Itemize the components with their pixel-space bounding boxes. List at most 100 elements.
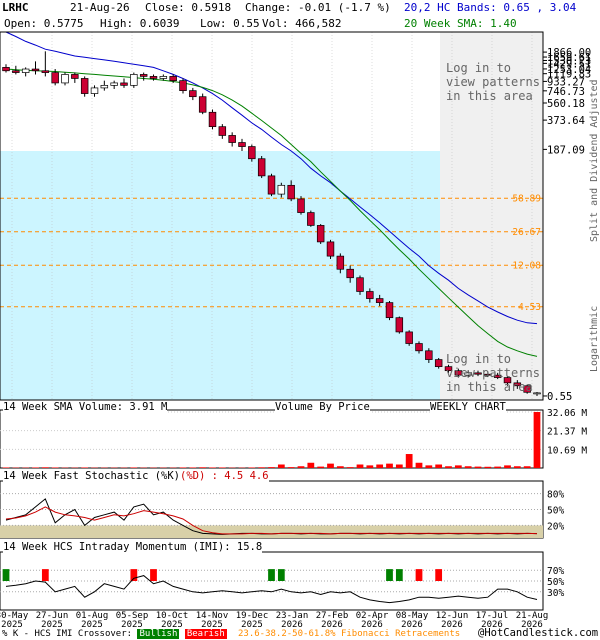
bearish-marker	[415, 569, 423, 581]
candle	[159, 76, 168, 79]
volume-bar	[258, 467, 266, 468]
volume-bar	[189, 467, 197, 468]
stochastic-title-k: 14 Week Fast Stochastic (%K)	[3, 470, 181, 482]
imi-tick-label: 50%	[547, 577, 564, 588]
candle	[2, 67, 10, 72]
login-overlay-bottom-2[interactable]: view patterns	[446, 367, 540, 379]
candle	[356, 277, 364, 292]
volume-by-price-label: Volume By Price	[275, 401, 370, 413]
volume-bar	[297, 466, 305, 468]
volume-bar	[287, 467, 295, 468]
candle	[100, 84, 109, 89]
price-tick-label: 187.09	[547, 144, 585, 156]
volume-bar	[395, 464, 403, 468]
volume-tick-label: 21.37 M	[547, 427, 587, 438]
stoch-tick-label: 20%	[547, 521, 564, 532]
volume-bar	[248, 467, 256, 468]
candle	[405, 331, 413, 344]
volume-bar	[317, 466, 325, 468]
login-overlay-top-1[interactable]: Log in to	[446, 62, 511, 74]
candle	[120, 82, 128, 86]
volume-bar	[513, 466, 521, 468]
volume-bar	[386, 463, 393, 468]
volume-bar	[405, 454, 413, 468]
volume-bar	[494, 466, 502, 468]
imi-panel-title: 14 Week HCS Intraday Momentum (IMI): 15.…	[3, 541, 263, 553]
volume-bar	[425, 465, 433, 468]
logarithmic-label: Logarithmic	[589, 305, 600, 372]
candle	[198, 96, 207, 113]
candle	[179, 80, 187, 91]
stochastic-panel-title: 14 Week Fast Stochastic (%K)(%D) : 4.5 4…	[3, 470, 269, 482]
volume-bar	[346, 467, 354, 468]
candle	[415, 343, 423, 352]
candle	[130, 74, 138, 86]
volume-bar	[199, 467, 207, 468]
candle	[385, 302, 394, 319]
weekly-chart-label: WEEKLY CHART	[430, 401, 506, 413]
candle	[51, 72, 59, 84]
stoch-oversold-fill	[0, 525, 543, 538]
candle	[238, 142, 246, 147]
volume-bar	[209, 467, 216, 468]
candle	[208, 111, 217, 128]
candle	[31, 68, 40, 72]
legend-prefix: % K - HCS IMI Crossover:	[2, 629, 133, 639]
candle	[267, 175, 276, 195]
volume-bar	[336, 466, 344, 468]
candle	[228, 135, 236, 143]
stoch-tick-label: 80%	[547, 490, 564, 501]
footer-legend: % K - HCS IMI Crossover: Bullish Bearish	[2, 628, 227, 640]
candle	[90, 87, 99, 94]
candle	[533, 392, 541, 395]
volume-bar	[277, 464, 285, 468]
candle	[169, 76, 177, 81]
volume-bar	[415, 462, 423, 468]
volume-bar	[32, 467, 39, 468]
volume-bar	[179, 467, 187, 468]
volume-bar	[504, 465, 511, 468]
bearish-marker	[41, 569, 49, 581]
candle	[139, 74, 148, 77]
volume-bar	[130, 467, 138, 468]
fib-label: 26.67	[512, 227, 541, 238]
volume-bar	[474, 466, 482, 468]
login-overlay-top-3[interactable]: in this area	[446, 90, 533, 102]
volume-bar	[366, 465, 374, 468]
volume-tick-label: 32.06 M	[547, 408, 587, 419]
volume-bar	[2, 467, 10, 468]
candle	[80, 78, 89, 94]
bearish-marker	[435, 569, 443, 581]
volume-bar	[464, 466, 472, 468]
candle	[297, 198, 305, 213]
volume-bar	[356, 464, 364, 468]
candle	[395, 317, 404, 333]
candle	[12, 70, 20, 73]
candle	[425, 350, 433, 360]
price-tick-label: 0.55	[547, 391, 572, 403]
bearish-badge: Bearish	[184, 629, 227, 639]
login-overlay-top-2[interactable]: view patterns	[446, 76, 540, 88]
candle	[375, 298, 384, 303]
volume-bar	[435, 464, 443, 468]
candle	[71, 74, 79, 79]
candle	[307, 212, 315, 226]
bearish-marker	[150, 569, 157, 581]
stoch-tick-label: 50%	[547, 506, 564, 517]
volume-bar	[41, 467, 49, 468]
volume-bar	[484, 466, 492, 468]
volume-bar	[327, 463, 334, 468]
volume-panel-title: 14 Week SMA Volume: 3.91 M	[3, 401, 168, 413]
login-overlay-bottom-3[interactable]: in this area	[446, 381, 533, 393]
candle	[21, 68, 30, 73]
login-overlay-bottom-1[interactable]: Log in to	[446, 353, 511, 365]
fib-label: 58.89	[512, 193, 541, 204]
imi-tick-label: 30%	[547, 588, 564, 599]
candle	[149, 76, 158, 79]
bullish-marker	[386, 569, 393, 581]
candle	[287, 184, 295, 200]
fibonacci-legend: 23.6-38.2-50-61.8% Fibonacci Retracement…	[238, 629, 461, 639]
volume-bar	[445, 466, 452, 468]
candle	[336, 255, 345, 270]
copyright[interactable]: @HotCandlestick.com	[478, 627, 598, 639]
